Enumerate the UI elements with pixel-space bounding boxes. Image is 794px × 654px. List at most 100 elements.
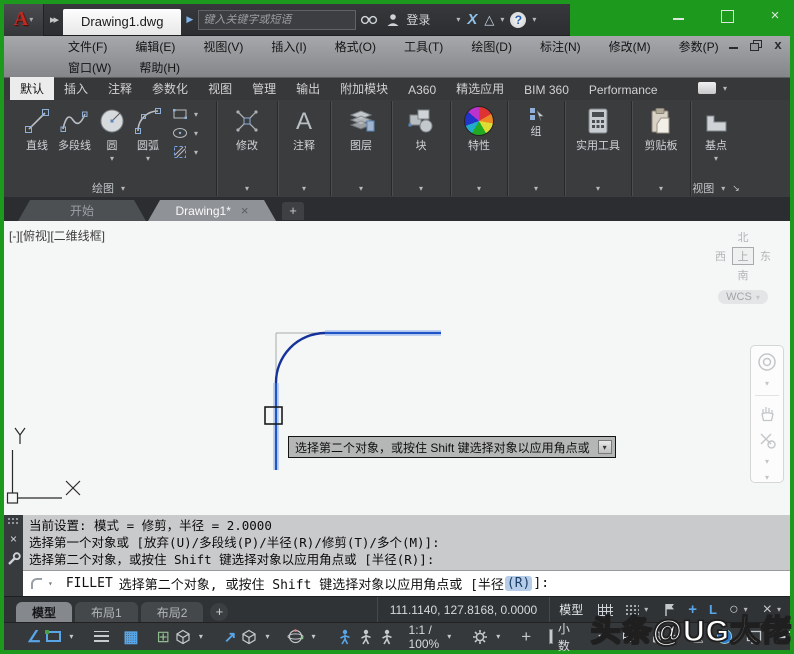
wcs-menu[interactable]: WCS ▾	[718, 290, 768, 304]
utilities-panel-expander[interactable]: ▾	[565, 179, 631, 197]
view-panel-label[interactable]: 视图 ▾ ↘	[691, 179, 741, 197]
lineweight-toggle[interactable]	[87, 627, 116, 647]
ribbon-tab-performance[interactable]: Performance	[579, 80, 668, 100]
chevron-down-icon[interactable]: ▾	[765, 457, 769, 466]
sign-in-button[interactable]: 登录	[406, 11, 430, 28]
menu-draw[interactable]: 绘图(D)	[457, 36, 526, 57]
dialog-launcher-icon[interactable]: ↘	[732, 183, 740, 194]
chevron-down-icon[interactable]: ▾	[194, 148, 198, 157]
polyline-button[interactable]: 多段线	[55, 104, 94, 155]
ribbon-tab-annotate[interactable]: 注释	[98, 77, 142, 100]
zoom-extents-icon[interactable]	[757, 430, 777, 450]
menu-view[interactable]: 视图(V)	[189, 36, 257, 57]
chevron-down-icon[interactable]: ▾	[447, 632, 451, 641]
doc-restore-button[interactable]	[750, 40, 762, 50]
search-input[interactable]	[203, 14, 351, 26]
ribbon-display-toggle[interactable]: ▾	[698, 82, 730, 94]
menu-edit[interactable]: 编辑(E)	[121, 36, 189, 57]
orbit-icon[interactable]	[287, 628, 304, 645]
viewcube-west[interactable]: 西	[715, 248, 726, 264]
menu-format[interactable]: 格式(O)	[321, 36, 390, 57]
title-expand-icon[interactable]: ▶	[186, 14, 193, 25]
modify-button[interactable]: 修改	[229, 104, 265, 155]
menu-dimension[interactable]: 标注(N)	[526, 36, 595, 57]
new-layout-button[interactable]: +	[210, 603, 228, 621]
chevron-down-icon[interactable]: ▾	[765, 473, 769, 482]
ribbon-tab-insert[interactable]: 插入	[54, 77, 98, 100]
draw-panel-label[interactable]: 绘图 ▾	[4, 179, 216, 197]
chevron-down-icon[interactable]: ▾	[199, 632, 203, 641]
move-pan-button[interactable]: +	[514, 627, 538, 647]
ribbon-tab-bim360[interactable]: BIM 360	[514, 80, 579, 100]
a360-icon[interactable]: △	[484, 12, 494, 28]
help-dropdown-icon[interactable]: ▾	[532, 15, 536, 24]
file-tab-start[interactable]: 开始	[18, 200, 146, 221]
angle-snap-icon[interactable]: ∠	[27, 627, 41, 647]
layout-tab-layout1[interactable]: 布局1	[75, 602, 138, 622]
annotation-autoscale-icon[interactable]	[358, 629, 374, 645]
annotate-panel-expander[interactable]: ▾	[278, 179, 330, 197]
doc-close-button[interactable]: x	[772, 40, 784, 50]
menu-tools[interactable]: 工具(T)	[390, 36, 457, 57]
base-button[interactable]: 基点 ▾	[698, 104, 734, 165]
modify-panel-expander[interactable]: ▾	[217, 179, 277, 197]
annotation-visibility-icon[interactable]	[337, 629, 353, 645]
ribbon-tab-parametric[interactable]: 参数化	[142, 77, 198, 100]
chevron-down-icon[interactable]: ▾	[69, 632, 73, 641]
app-menu-button[interactable]: A ▾	[4, 4, 44, 36]
workspace-switching[interactable]: ▾	[465, 627, 510, 647]
doc-minimize-button[interactable]	[728, 40, 740, 50]
menu-help[interactable]: 帮助(H)	[125, 57, 194, 78]
close-button[interactable]: ×	[768, 10, 782, 22]
menu-insert[interactable]: 插入(I)	[257, 36, 320, 57]
menu-modify[interactable]: 修改(M)	[595, 36, 665, 57]
drag-grip-icon[interactable]	[7, 517, 20, 526]
group-panel-expander[interactable]: ▾	[508, 179, 564, 197]
ribbon-tab-home[interactable]: 默认	[10, 77, 54, 100]
properties-button[interactable]: 特性	[461, 104, 497, 155]
layout-tab-layout2[interactable]: 布局2	[141, 602, 204, 622]
cube-icon[interactable]	[241, 629, 257, 645]
a360-dropdown-icon[interactable]: ▾	[500, 15, 504, 24]
command-input-line[interactable]: ▾ FILLET 选择第二个对象, 或按住 Shift 键选择对象以应用角点或 …	[23, 570, 790, 596]
layers-button[interactable]: 图层	[343, 104, 379, 155]
ellipse-tool[interactable]: ▾	[172, 125, 201, 141]
chevron-down-icon[interactable]: ▾	[110, 154, 114, 163]
file-tab-drawing1[interactable]: Drawing1* ×	[148, 200, 276, 221]
chevron-down-icon[interactable]: ▾	[714, 154, 718, 163]
cube-icon[interactable]	[175, 629, 191, 645]
chevron-down-icon[interactable]: ▾	[765, 379, 769, 388]
drawing-canvas[interactable]: [-][俯视][二维线框]	[4, 221, 790, 515]
ribbon-tab-view[interactable]: 视图	[198, 77, 242, 100]
rect-snap-icon[interactable]	[46, 631, 61, 642]
clipboard-panel-expander[interactable]: ▾	[632, 179, 690, 197]
new-tab-button[interactable]: +	[282, 202, 304, 220]
circle-button[interactable]: 圆 ▾	[94, 104, 130, 165]
search-icon[interactable]	[360, 13, 378, 27]
viewcube[interactable]: 北 西 上 东 南 WCS ▾	[710, 229, 776, 304]
ribbon-tab-manage[interactable]: 管理	[242, 77, 286, 100]
arc-button[interactable]: 圆弧 ▾	[130, 104, 166, 165]
close-tab-icon[interactable]: ×	[241, 203, 249, 218]
chevron-down-icon[interactable]: ▾	[48, 579, 53, 588]
dynamic-input-icon[interactable]: ↗	[224, 628, 237, 646]
model-space-toggle[interactable]: 模型	[550, 597, 592, 622]
menu-parametric[interactable]: 参数(P)	[665, 36, 733, 57]
annotate-button[interactable]: A 注释	[286, 104, 322, 155]
dynamic-ucs-icon[interactable]: ⊞	[156, 627, 169, 647]
signin-dropdown-icon[interactable]: ▾	[456, 15, 460, 24]
minimize-button[interactable]	[672, 10, 686, 22]
layers-panel-expander[interactable]: ▾	[331, 179, 391, 197]
utilities-button[interactable]: 实用工具	[573, 104, 623, 155]
annotation-scale-icon[interactable]	[379, 629, 395, 645]
clipboard-button[interactable]: 剪贴板	[642, 104, 681, 155]
chevron-down-icon[interactable]: ▾	[146, 154, 150, 163]
hatch-transparency-toggle[interactable]: ▦	[116, 627, 145, 647]
chevron-down-icon[interactable]: ▾	[194, 110, 198, 119]
hatch-tool[interactable]: ▾	[172, 144, 201, 160]
ribbon-tab-featured[interactable]: 精选应用	[446, 77, 514, 100]
block-button[interactable]: 块	[403, 104, 439, 155]
pan-hand-icon[interactable]	[757, 403, 777, 423]
rectangle-tool[interactable]: ▾	[172, 106, 201, 122]
chevron-down-icon[interactable]: ▾	[496, 632, 500, 641]
